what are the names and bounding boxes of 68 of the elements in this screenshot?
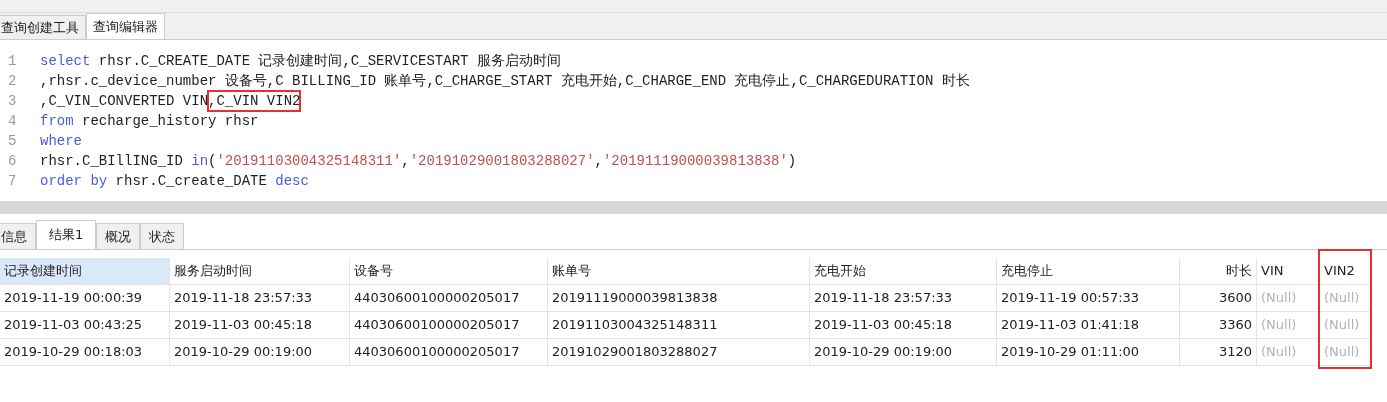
column-header[interactable]: 充电开始 [810, 258, 997, 285]
code-text: ,C_VIN_CONVERTED VIN [40, 92, 209, 111]
table-cell: 2019-10-29 01:11:00 [997, 339, 1180, 366]
table-cell: 2019-11-03 00:45:18 [810, 312, 997, 339]
code-text: '20191103004325148311' [216, 152, 402, 171]
column-header[interactable]: 账单号 [548, 258, 810, 285]
table-cell: 2019-11-18 23:57:33 [170, 285, 350, 312]
code-text: order by [40, 172, 108, 191]
table-cell: 2019-10-29 00:19:00 [170, 339, 350, 366]
line-number: 7 [7, 172, 18, 191]
table-cell: 2019-10-29 00:18:03 [0, 339, 170, 366]
table-cell: 2019-11-03 01:41:18 [997, 312, 1180, 339]
table-cell: 2019-11-19 00:00:39 [0, 285, 170, 312]
table-cell: (Null) [1257, 285, 1320, 312]
result-tab[interactable]: 概况 [96, 223, 141, 249]
line-number: 4 [7, 112, 18, 131]
code-text: ( [208, 152, 217, 171]
column-header[interactable]: 充电停止 [997, 258, 1180, 285]
horizontal-scrollbar[interactable] [0, 201, 1387, 214]
editor-tab[interactable]: 查询编辑器 [86, 13, 165, 39]
table-cell: 20191103004325148311 [548, 312, 810, 339]
table-cell: (Null) [1320, 312, 1372, 339]
code-text: rhsr.C_create_DATE [114, 172, 268, 191]
column-header[interactable]: 设备号 [350, 258, 548, 285]
table-cell: 20191029001803288027 [548, 339, 810, 366]
table-cell: 3600 [1180, 285, 1257, 312]
table-cell: 2019-10-29 00:19:00 [810, 339, 997, 366]
table-cell: 2019-11-03 00:45:18 [170, 312, 350, 339]
table-cell: 3360 [1180, 312, 1257, 339]
table-cell: 2019-11-03 00:43:25 [0, 312, 170, 339]
code-text: desc [275, 172, 309, 191]
line-number: 5 [7, 132, 18, 151]
result-tab[interactable]: 结果1 [36, 220, 97, 249]
line-number: 2 [7, 72, 18, 91]
line-number: 6 [7, 152, 18, 171]
code-text: rhsr.C_CREATE_DATE 记录创建时间,C_SERVICESTART 服务启动时间 [97, 52, 561, 71]
code-text: , [594, 152, 603, 171]
code-text: recharge_history rhsr [81, 112, 259, 131]
result-tab[interactable]: 信息 [0, 223, 36, 249]
table-cell: 3120 [1180, 339, 1257, 366]
line-number: 3 [7, 92, 18, 111]
table-cell: (Null) [1257, 312, 1320, 339]
highlighted-code-text: ,C_VIN VIN2 [208, 91, 301, 111]
table-cell: 2019-11-19 00:57:33 [997, 285, 1180, 312]
column-header[interactable]: 记录创建时间 [0, 258, 170, 285]
code-text: in [191, 152, 209, 171]
table-cell: 44030600100000205017 [350, 285, 548, 312]
editor-tab[interactable]: 查询创建工具 [0, 15, 86, 39]
code-text: '20191029001803288027' [409, 152, 595, 171]
result-tab[interactable]: 状态 [140, 223, 185, 249]
code-text: from [40, 112, 74, 131]
code-text: where [40, 132, 82, 151]
code-text: ,rhsr.c_device_number 设备号,C BILLING_ID 账单号,C_CHARGE_START 充电开始,C_CHARGE_END 充电停止,C_CHARGEDURATION 时长 [40, 72, 970, 91]
code-text: select [40, 52, 91, 71]
code-text: ) [787, 152, 797, 171]
table-cell: 44030600100000205017 [350, 339, 548, 366]
table-cell: (Null) [1320, 339, 1372, 366]
column-header[interactable]: 时长 [1180, 258, 1257, 285]
table-cell: 20191119000039813838 [548, 285, 810, 312]
code-text: '20191119000039813838' [602, 152, 788, 171]
table-cell: (Null) [1257, 339, 1320, 366]
code-text: rhsr.C_BIllING_ID [40, 152, 184, 171]
code-text: , [401, 152, 410, 171]
column-header[interactable]: 服务启动时间 [170, 258, 350, 285]
table-cell: 44030600100000205017 [350, 312, 548, 339]
line-number: 1 [7, 52, 18, 71]
table-cell: 2019-11-18 23:57:33 [810, 285, 997, 312]
table-cell: (Null) [1320, 285, 1372, 312]
